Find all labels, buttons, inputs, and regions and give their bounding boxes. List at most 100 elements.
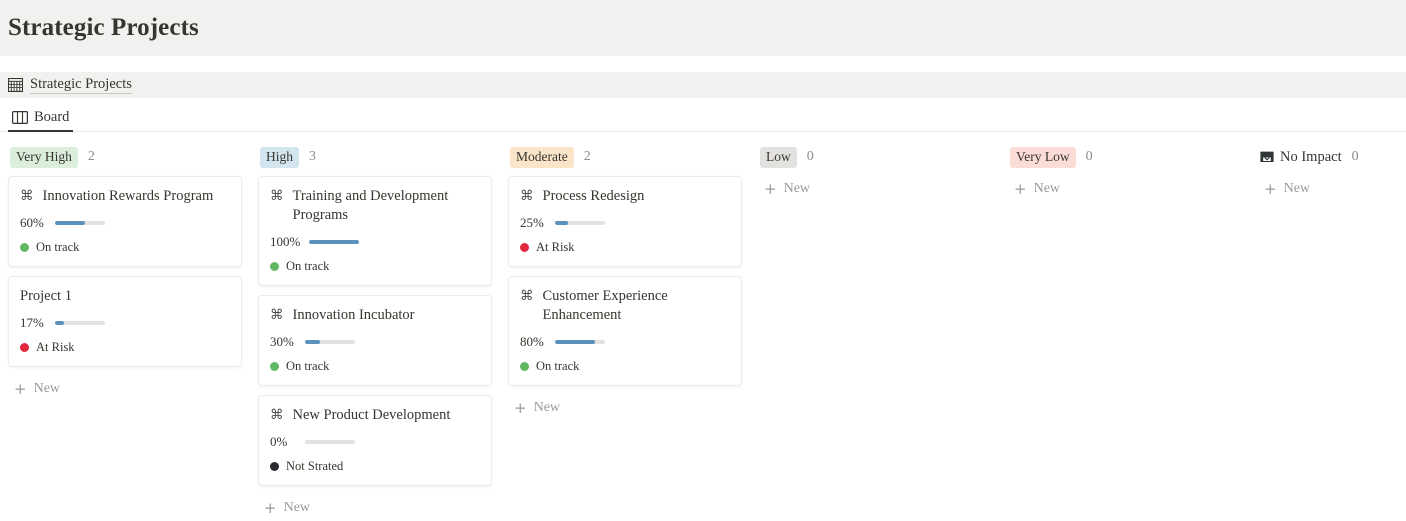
column-count: 2: [584, 149, 591, 165]
progress-bar: [55, 321, 105, 325]
add-new-card-label: New: [534, 400, 560, 416]
progress-percent-label: 60%: [20, 215, 46, 231]
progress-row: 100%: [270, 234, 480, 250]
plus-icon: +: [264, 501, 277, 515]
progress-percent-label: 100%: [270, 234, 300, 250]
column-count: 0: [807, 149, 814, 165]
add-new-card-label: New: [1034, 181, 1060, 197]
project-card[interactable]: ⌘Process Redesign25%At Risk: [508, 176, 742, 267]
card-title: Project 1: [20, 287, 72, 306]
command-icon: ⌘: [270, 306, 284, 324]
card-title-row: ⌘ Customer Experience Enhancement: [520, 287, 730, 325]
card-title: Process Redesign: [543, 187, 645, 206]
breadcrumb-bar: Strategic Projects: [0, 72, 1406, 98]
board-column: High 3 ⌘ Training and Development Programs 1…: [250, 146, 500, 521]
column-header: No Impact0: [1258, 146, 1406, 168]
status-dot-icon: [520, 362, 529, 371]
progress-percent-label: 80%: [520, 334, 546, 350]
card-title-row: ⌘ Innovation Incubator: [270, 306, 480, 325]
project-card[interactable]: ⌘New Product Development 0% Not Strated: [258, 395, 492, 486]
status-label: At Risk: [36, 340, 75, 355]
column-count: 3: [309, 149, 316, 165]
card-title-row: ⌘ Training and Development Programs: [270, 187, 480, 225]
progress-bar: [309, 240, 359, 244]
breadcrumb[interactable]: Strategic Projects: [8, 76, 132, 94]
card-title: Customer Experience Enhancement: [543, 287, 731, 325]
command-icon: ⌘: [20, 187, 34, 205]
column-badge[interactable]: Low: [760, 147, 797, 168]
project-card[interactable]: ⌘ Training and Development Programs 100% On…: [258, 176, 492, 286]
progress-bar: [305, 440, 355, 444]
add-new-card-button[interactable]: + New: [508, 395, 742, 421]
column-count: 2: [88, 149, 95, 165]
progress-bar-fill: [55, 321, 64, 325]
project-card[interactable]: Project 117%At Risk: [8, 276, 242, 367]
board-column: Very Low0+New: [1000, 146, 1250, 202]
grid-building-icon: [8, 78, 23, 92]
columns-icon: [12, 111, 28, 124]
add-new-card-label: New: [34, 381, 60, 397]
add-new-card-button[interactable]: + New: [1008, 176, 1242, 202]
card-title: Training and Development Programs: [293, 187, 481, 225]
status-label: Not Strated: [286, 459, 343, 474]
command-icon: ⌘: [270, 406, 284, 424]
column-badge[interactable]: Very Low: [1010, 147, 1076, 168]
add-new-card-button[interactable]: +New: [258, 495, 492, 521]
plus-icon: +: [764, 182, 777, 196]
card-title-row: ⌘Innovation Rewards Program: [20, 187, 230, 206]
plus-icon: +: [514, 401, 527, 415]
plus-icon: +: [14, 382, 27, 396]
status-dot-icon: [20, 243, 29, 252]
progress-bar: [555, 221, 605, 225]
progress-bar-fill: [55, 221, 85, 225]
column-badge[interactable]: Moderate: [510, 147, 574, 168]
tab-board[interactable]: Board: [8, 109, 73, 132]
board-column: No Impact0 + New: [1250, 146, 1406, 202]
command-icon: ⌘: [520, 287, 534, 305]
status-row: On track: [20, 240, 230, 255]
status-dot-icon: [20, 343, 29, 352]
column-badge-noimpact[interactable]: No Impact: [1260, 149, 1342, 166]
board-column: Very High 2 ⌘Innovation Rewards Program 60%…: [0, 146, 250, 402]
project-card[interactable]: ⌘ Innovation Incubator 30% On track: [258, 295, 492, 386]
progress-row: 30%: [270, 334, 480, 350]
status-row: On track: [520, 359, 730, 374]
plus-icon: +: [1264, 182, 1277, 196]
project-card[interactable]: ⌘ Customer Experience Enhancement 80% On tr…: [508, 276, 742, 386]
board-column: Low 0 + New: [750, 146, 1000, 202]
inbox-icon: [1260, 150, 1274, 164]
progress-row: 0%: [270, 434, 480, 450]
breadcrumb-label[interactable]: Strategic Projects: [30, 76, 132, 94]
board-columns: Very High 2 ⌘Innovation Rewards Program 60%…: [0, 132, 1406, 521]
progress-percent-label: 30%: [270, 334, 296, 350]
plus-icon: +: [1014, 182, 1027, 196]
progress-bar: [305, 340, 355, 344]
status-label: On track: [36, 240, 79, 255]
add-new-card-button[interactable]: + New: [758, 176, 992, 202]
project-card[interactable]: ⌘Innovation Rewards Program 60% On track: [8, 176, 242, 267]
progress-bar: [555, 340, 605, 344]
card-title-row: Project 1: [20, 287, 230, 306]
page-title: Strategic Projects: [8, 14, 199, 42]
command-icon: ⌘: [270, 187, 284, 205]
progress-bar-fill: [555, 221, 568, 225]
card-title-row: ⌘New Product Development: [270, 406, 480, 425]
status-dot-icon: [270, 362, 279, 371]
add-new-card-button[interactable]: + New: [1258, 176, 1406, 202]
status-row: Not Strated: [270, 459, 480, 474]
status-label: At Risk: [536, 240, 575, 255]
progress-percent-label: 0%: [270, 434, 296, 450]
column-header: Very High 2: [8, 146, 242, 168]
command-icon: ⌘: [520, 187, 534, 205]
add-new-card-label: New: [1284, 181, 1310, 197]
add-new-card-label: New: [784, 181, 810, 197]
status-dot-icon: [270, 462, 279, 471]
add-new-card-button[interactable]: + New: [8, 376, 242, 402]
column-badge[interactable]: Very High: [10, 147, 78, 168]
status-row: At Risk: [20, 340, 230, 355]
status-row: On track: [270, 259, 480, 274]
progress-bar-fill: [305, 340, 320, 344]
status-row: On track: [270, 359, 480, 374]
column-badge[interactable]: High: [260, 147, 299, 168]
card-title: Innovation Incubator: [293, 306, 415, 325]
